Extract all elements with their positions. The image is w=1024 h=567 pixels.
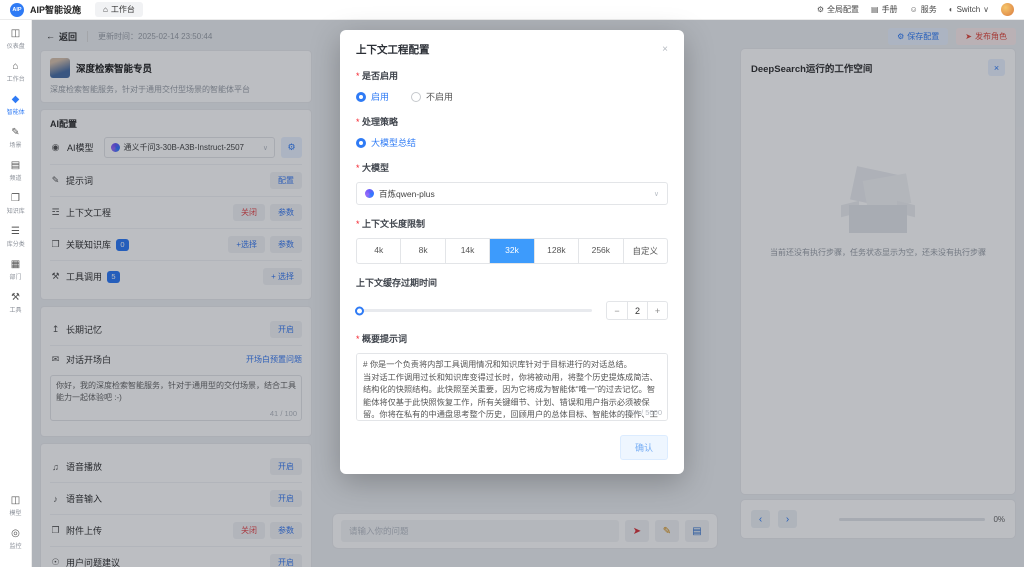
- limit-option-128k[interactable]: 128k: [534, 239, 578, 263]
- chevron-down-icon: ∨: [983, 5, 989, 14]
- sidebar-label: 智能体: [7, 106, 25, 115]
- enable-label: 是否启用: [356, 69, 668, 82]
- sidebar-label: 部门: [10, 271, 22, 280]
- context-limit-segmented: 4k 8k 14k 32k 128k 256k 自定义: [356, 238, 668, 264]
- agent-icon: ◆: [12, 94, 20, 105]
- language-switch[interactable]: ◐ Switch ∨: [949, 5, 989, 14]
- sidebar-label: 库分类: [7, 238, 25, 247]
- context-limit-label: 上下文长度限制: [356, 217, 668, 230]
- modal-title: 上下文工程配置: [356, 42, 430, 57]
- sidebar-label: 仪表盘: [7, 40, 25, 49]
- sidebar-label: 频道: [10, 172, 22, 181]
- chevron-down-icon: ∨: [654, 190, 659, 198]
- book-icon: ▤: [871, 5, 879, 14]
- switch-label: Switch: [957, 5, 981, 14]
- workbench-icon: ⌂: [12, 61, 18, 72]
- confirm-button[interactable]: 确认: [620, 435, 668, 460]
- people-icon: ☺: [910, 5, 918, 14]
- sidebar-item-agents[interactable]: ◆ 智能体: [6, 94, 26, 116]
- limit-option-4k[interactable]: 4k: [357, 239, 400, 263]
- sidebar-item-models[interactable]: ◫ 模型: [9, 495, 22, 517]
- stepper-minus-button[interactable]: −: [607, 302, 627, 319]
- department-icon: ▦: [11, 259, 20, 270]
- modal-close-icon[interactable]: ×: [662, 44, 668, 55]
- radio-llm-summary[interactable]: 大模型总结: [356, 136, 416, 149]
- limit-option-8k[interactable]: 8k: [400, 239, 444, 263]
- cache-expire-slider[interactable]: [356, 309, 592, 312]
- slider-handle[interactable]: [355, 306, 364, 315]
- sidebar-item-tools[interactable]: ⚒ 工具: [9, 292, 22, 314]
- sidebar-label: 场景: [10, 139, 22, 148]
- limit-option-32k[interactable]: 32k: [489, 239, 533, 263]
- cache-expire-label: 上下文缓存过期时间: [356, 276, 668, 289]
- big-model-value: 百炼qwen-plus: [379, 188, 435, 200]
- category-icon: ☰: [11, 226, 20, 237]
- tab-workbench-label: 工作台: [111, 4, 135, 15]
- radio-llm-summary-label: 大模型总结: [371, 136, 416, 149]
- user-avatar[interactable]: [1001, 3, 1014, 16]
- summary-prompt-label: 概要提示词: [356, 332, 668, 345]
- sidebar-item-channels[interactable]: ▤ 频道: [9, 160, 22, 182]
- summary-prompt-textarea[interactable]: # 你是一个负责将内部工具调用情况和知识库针对于目标进行的对话总结。 当对话工作…: [356, 353, 668, 421]
- app-title: AIP智能设施: [30, 3, 81, 16]
- service-menu[interactable]: ☺ 服务: [910, 4, 937, 15]
- global-config-menu[interactable]: ⚙ 全局配置: [817, 4, 859, 15]
- sidebar-item-scenes[interactable]: ✎ 场景: [9, 127, 22, 149]
- sidebar-item-knowledge[interactable]: ❒ 知识库: [6, 193, 26, 215]
- model-brand-icon: [365, 189, 374, 198]
- left-sidebar: ◫ 仪表盘 ⌂ 工作台 ◆ 智能体 ✎ 场景 ▤ 频道 ❒ 知识库 ☰ 库分类 …: [0, 20, 32, 567]
- stepper-value[interactable]: 2: [627, 302, 647, 319]
- limit-option-custom[interactable]: 自定义: [623, 239, 667, 263]
- scene-icon: ✎: [11, 127, 19, 138]
- limit-option-256k[interactable]: 256k: [578, 239, 622, 263]
- radio-disable-label: 不启用: [426, 90, 453, 103]
- context-engineering-modal: 上下文工程配置 × 是否启用 启用 不启用 处理策略 大模型总结 大模型 百炼q…: [340, 30, 684, 474]
- radio-disable[interactable]: 不启用: [411, 90, 453, 103]
- globe-icon: ◐: [949, 5, 954, 14]
- service-label: 服务: [921, 4, 937, 15]
- radio-enable-label: 启用: [371, 90, 389, 103]
- tools-icon: ⚒: [11, 292, 20, 303]
- sidebar-item-categories[interactable]: ☰ 库分类: [6, 226, 26, 248]
- sidebar-item-workbench[interactable]: ⌂ 工作台: [6, 61, 26, 83]
- monitor-icon: ◎: [11, 528, 20, 539]
- radio-dot-icon: [356, 92, 366, 102]
- strategy-label: 处理策略: [356, 115, 668, 128]
- limit-option-14k[interactable]: 14k: [445, 239, 489, 263]
- sidebar-item-departments[interactable]: ▦ 部门: [9, 259, 22, 281]
- sidebar-label: 监控: [10, 540, 22, 549]
- radio-enable[interactable]: 启用: [356, 90, 389, 103]
- big-model-label: 大模型: [356, 161, 668, 174]
- app-logo: AIP: [10, 3, 24, 17]
- global-config-label: 全局配置: [827, 4, 859, 15]
- sidebar-item-dashboard[interactable]: ◫ 仪表盘: [6, 28, 26, 50]
- sidebar-label: 模型: [10, 507, 22, 516]
- tab-workbench[interactable]: ⌂ 工作台: [95, 2, 143, 17]
- sidebar-label: 工具: [10, 304, 22, 313]
- summary-char-counter: 504 / 5000: [627, 408, 662, 417]
- big-model-select[interactable]: 百炼qwen-plus ∨: [356, 182, 668, 205]
- knowledge-icon: ❒: [11, 193, 20, 204]
- sidebar-item-monitoring[interactable]: ◎ 监控: [9, 528, 22, 550]
- sidebar-label: 工作台: [7, 73, 25, 82]
- stepper-plus-button[interactable]: +: [647, 302, 667, 319]
- sidebar-label: 知识库: [7, 205, 25, 214]
- model-icon: ◫: [11, 495, 20, 506]
- top-header: AIP AIP智能设施 ⌂ 工作台 ⚙ 全局配置 ▤ 手册 ☺ 服务 ◐ Swi…: [0, 0, 1024, 20]
- manual-menu[interactable]: ▤ 手册: [871, 4, 898, 15]
- radio-dot-icon: [411, 92, 421, 102]
- cache-expire-stepper: − 2 +: [606, 301, 668, 320]
- channel-icon: ▤: [11, 160, 20, 171]
- gear-icon: ⚙: [817, 5, 824, 14]
- dashboard-icon: ◫: [11, 28, 20, 39]
- manual-label: 手册: [882, 4, 898, 15]
- radio-dot-icon: [356, 138, 366, 148]
- home-icon: ⌂: [103, 5, 108, 14]
